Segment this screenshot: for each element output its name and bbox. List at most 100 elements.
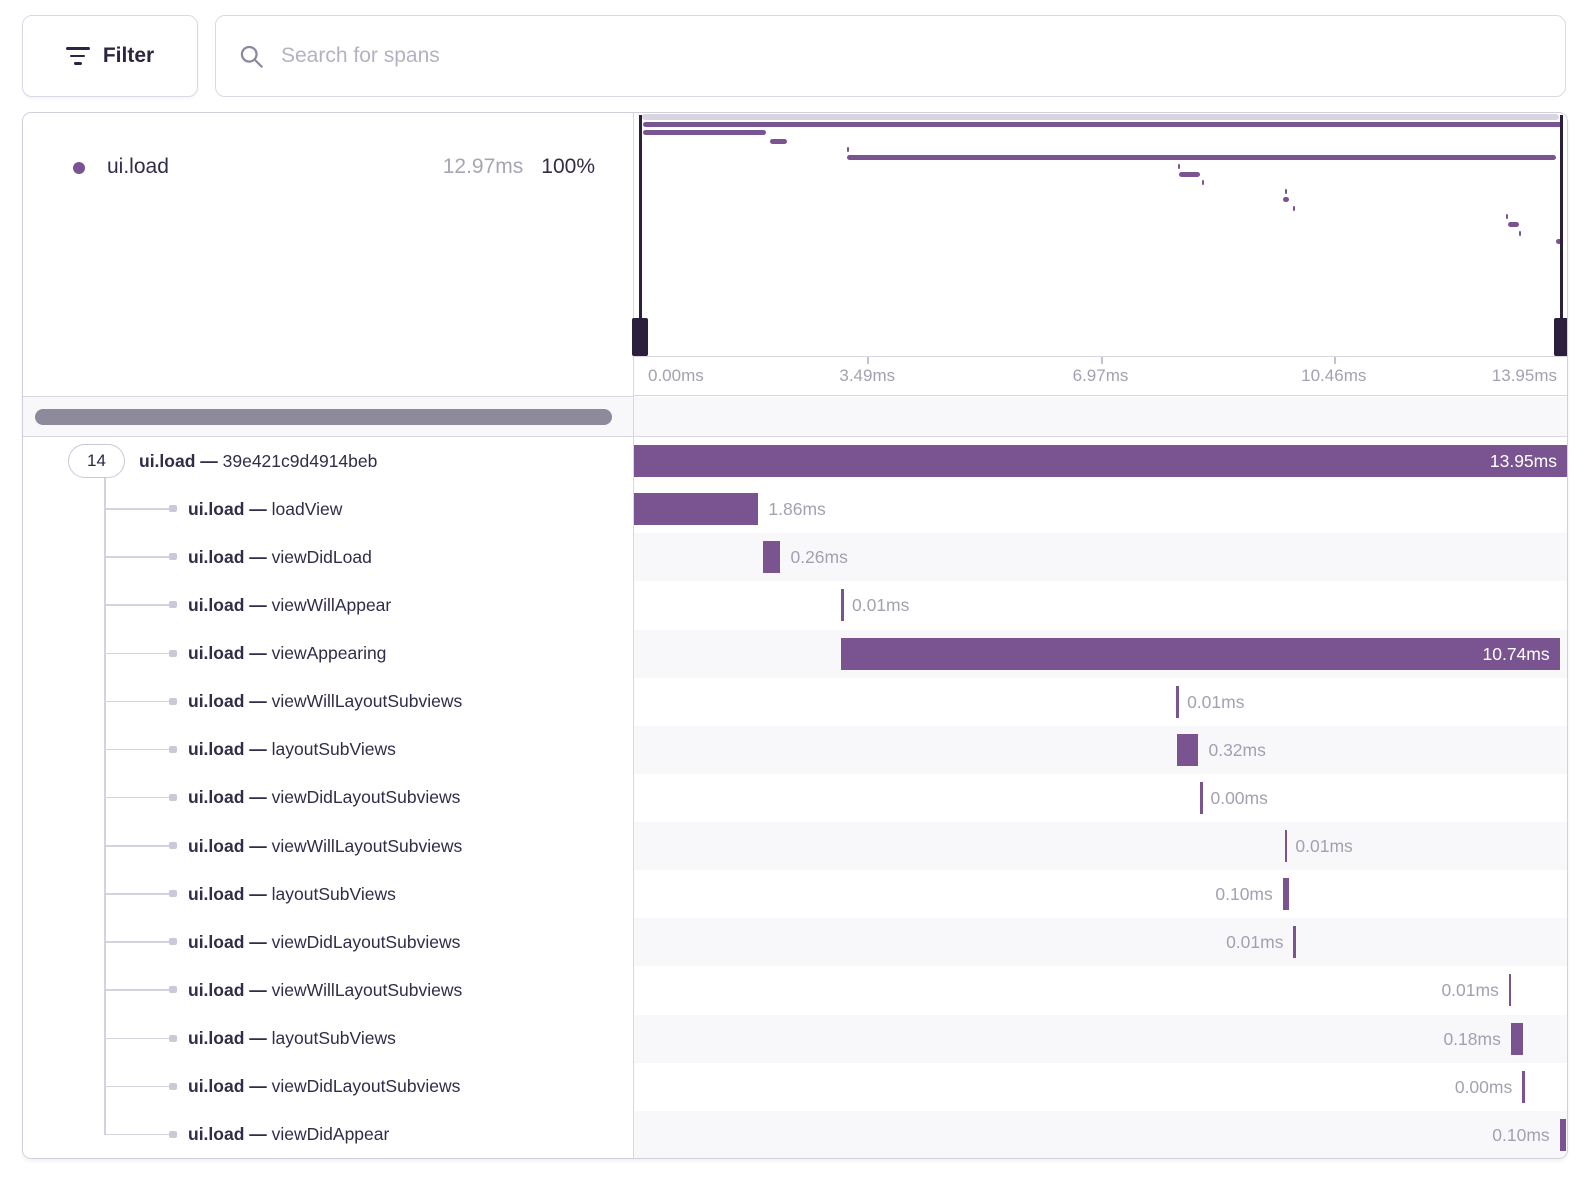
span-label: ui.load — viewWillLayoutSubviews	[188, 691, 462, 712]
minimap-right-handle[interactable]	[1554, 318, 1568, 356]
trace-minimap[interactable]	[634, 113, 1567, 357]
span-duration-bar[interactable]	[1177, 734, 1198, 766]
span-tree-item[interactable]: ui.load — layoutSubViews	[23, 726, 634, 774]
span-bar-cell[interactable]: 10.74ms	[634, 630, 1567, 678]
minimap-span-bar	[1285, 189, 1287, 194]
span-duration-bar[interactable]	[1509, 974, 1512, 1006]
minimap-span-bar	[1506, 214, 1508, 219]
span-duration-label: 0.10ms	[1492, 1111, 1549, 1159]
span-tree-item[interactable]: 14ui.load — 39e421c9d4914beb	[23, 437, 634, 485]
tree-connector	[104, 556, 170, 558]
span-tree-item[interactable]: ui.load — viewDidLayoutSubviews	[23, 1063, 634, 1111]
span-tree-item[interactable]: ui.load — viewWillLayoutSubviews	[23, 678, 634, 726]
span-bar-cell[interactable]: 0.18ms	[634, 1015, 1567, 1063]
span-search[interactable]	[215, 15, 1566, 97]
span-duration-label: 0.00ms	[1210, 774, 1267, 822]
span-row: ui.load — viewDidLayoutSubviews 0.00ms	[23, 1063, 1567, 1111]
span-tree-item[interactable]: ui.load — viewWillLayoutSubviews	[23, 966, 634, 1014]
minimap-span-bar	[1202, 180, 1204, 185]
tree-connector-dot	[169, 842, 177, 849]
span-tree-item[interactable]: ui.load — viewWillLayoutSubviews	[23, 822, 634, 870]
span-bar-cell[interactable]: 0.00ms	[634, 1063, 1567, 1111]
span-bar-cell[interactable]: 13.95ms	[634, 437, 1567, 485]
tree-connector	[104, 893, 170, 895]
span-bar-cell[interactable]: 0.01ms	[634, 678, 1567, 726]
span-tree-item[interactable]: ui.load — layoutSubViews	[23, 1015, 634, 1063]
span-tree-item[interactable]: ui.load — viewDidAppear	[23, 1111, 634, 1158]
span-tree-item[interactable]: ui.load — viewDidLayoutSubviews	[23, 774, 634, 822]
span-duration-bar[interactable]	[1283, 878, 1290, 910]
filter-icon	[66, 47, 90, 65]
filter-button[interactable]: Filter	[22, 15, 198, 97]
axis-tick-mark	[1101, 357, 1103, 364]
span-duration-label: 0.32ms	[1208, 726, 1265, 774]
span-tree-item[interactable]: ui.load — loadView	[23, 485, 634, 533]
span-duration-bar[interactable]: 10.74ms	[841, 638, 1559, 670]
span-bar-cell[interactable]: 0.01ms	[634, 918, 1567, 966]
span-bar-cell[interactable]: 0.01ms	[634, 966, 1567, 1014]
span-summary-row[interactable]: ui.load 12.97ms 100%	[23, 113, 633, 397]
span-row: ui.load — viewWillLayoutSubviews 0.01ms	[23, 678, 1567, 726]
horizontal-scrollbar-thumb[interactable]	[35, 409, 612, 425]
span-duration-bar[interactable]	[634, 493, 758, 525]
span-bar-cell[interactable]: 0.01ms	[634, 822, 1567, 870]
span-bar-cell[interactable]: 1.86ms	[634, 485, 1567, 533]
span-tree-item[interactable]: ui.load — viewWillAppear	[23, 581, 634, 629]
minimap-span-bar	[847, 155, 1555, 160]
tree-connector	[104, 797, 170, 799]
span-tree-item[interactable]: ui.load — viewDidLoad	[23, 533, 634, 581]
tree-connector-dot	[169, 1035, 177, 1042]
span-count-badge[interactable]: 14	[68, 444, 125, 478]
minimap-span-bar	[1508, 222, 1520, 227]
span-duration-bar[interactable]	[1522, 1071, 1525, 1103]
tree-connector-dot	[169, 938, 177, 945]
tree-connector-dot	[169, 698, 177, 705]
search-input[interactable]	[281, 44, 1543, 68]
span-duration-bar[interactable]	[1285, 830, 1288, 862]
span-duration-bar[interactable]	[1511, 1023, 1523, 1055]
span-bar-cell[interactable]: 0.00ms	[634, 774, 1567, 822]
tree-connector-dot	[169, 601, 177, 608]
minimap-span-bar	[1293, 206, 1295, 211]
span-duration-bar[interactable]	[1293, 926, 1296, 958]
minimap-span-bar	[643, 130, 766, 135]
span-label: ui.load — viewDidLayoutSubviews	[188, 787, 460, 808]
span-row: ui.load — layoutSubViews 0.10ms	[23, 870, 1567, 918]
tree-connector-dot	[169, 1131, 177, 1138]
tree-connector	[104, 989, 170, 991]
span-bar-cell[interactable]: 0.26ms	[634, 533, 1567, 581]
span-duration-bar[interactable]	[1200, 782, 1203, 814]
span-duration-label: 0.10ms	[1215, 870, 1272, 918]
tree-connector-dot	[169, 746, 177, 753]
span-duration-bar[interactable]	[841, 589, 844, 621]
span-row: ui.load — viewDidLoad0.26ms	[23, 533, 1567, 581]
span-duration-label: 0.01ms	[1441, 966, 1498, 1014]
span-row: ui.load — viewDidAppear 0.10ms	[23, 1111, 1567, 1158]
axis-tick-label: 6.97ms	[1073, 366, 1129, 386]
minimap-span-bar	[1519, 231, 1521, 236]
span-bar-cell[interactable]: 0.10ms	[634, 870, 1567, 918]
tree-connector	[104, 508, 170, 510]
span-duration-bar[interactable]	[1176, 686, 1179, 718]
span-tree-item[interactable]: ui.load — viewAppearing	[23, 630, 634, 678]
span-duration-label: 10.74ms	[1483, 638, 1560, 670]
span-duration-label: 0.01ms	[852, 581, 909, 629]
minimap-left-handle[interactable]	[632, 318, 648, 356]
axis-tick-label: 3.49ms	[839, 366, 895, 386]
span-tree-item[interactable]: ui.load — layoutSubViews	[23, 870, 634, 918]
span-row: ui.load — viewAppearing 10.74ms	[23, 630, 1567, 678]
span-duration-bar[interactable]	[1560, 1119, 1567, 1151]
span-duration-label: 0.00ms	[1455, 1063, 1512, 1111]
span-bar-cell[interactable]: 0.32ms	[634, 726, 1567, 774]
minimap-span-bar	[1283, 197, 1290, 202]
span-duration-label: 13.95ms	[1490, 445, 1567, 477]
span-label: ui.load — viewAppearing	[188, 643, 386, 664]
tree-connector-dot	[169, 1083, 177, 1090]
tree-connector	[104, 845, 170, 847]
span-tree-item[interactable]: ui.load — viewDidLayoutSubviews	[23, 918, 634, 966]
span-bar-cell[interactable]: 0.10ms	[634, 1111, 1567, 1158]
minimap-span-bar	[1178, 164, 1180, 169]
span-bar-cell[interactable]: 0.01ms	[634, 581, 1567, 629]
span-duration-bar[interactable]	[763, 541, 780, 573]
span-duration-bar[interactable]: 13.95ms	[634, 445, 1567, 477]
